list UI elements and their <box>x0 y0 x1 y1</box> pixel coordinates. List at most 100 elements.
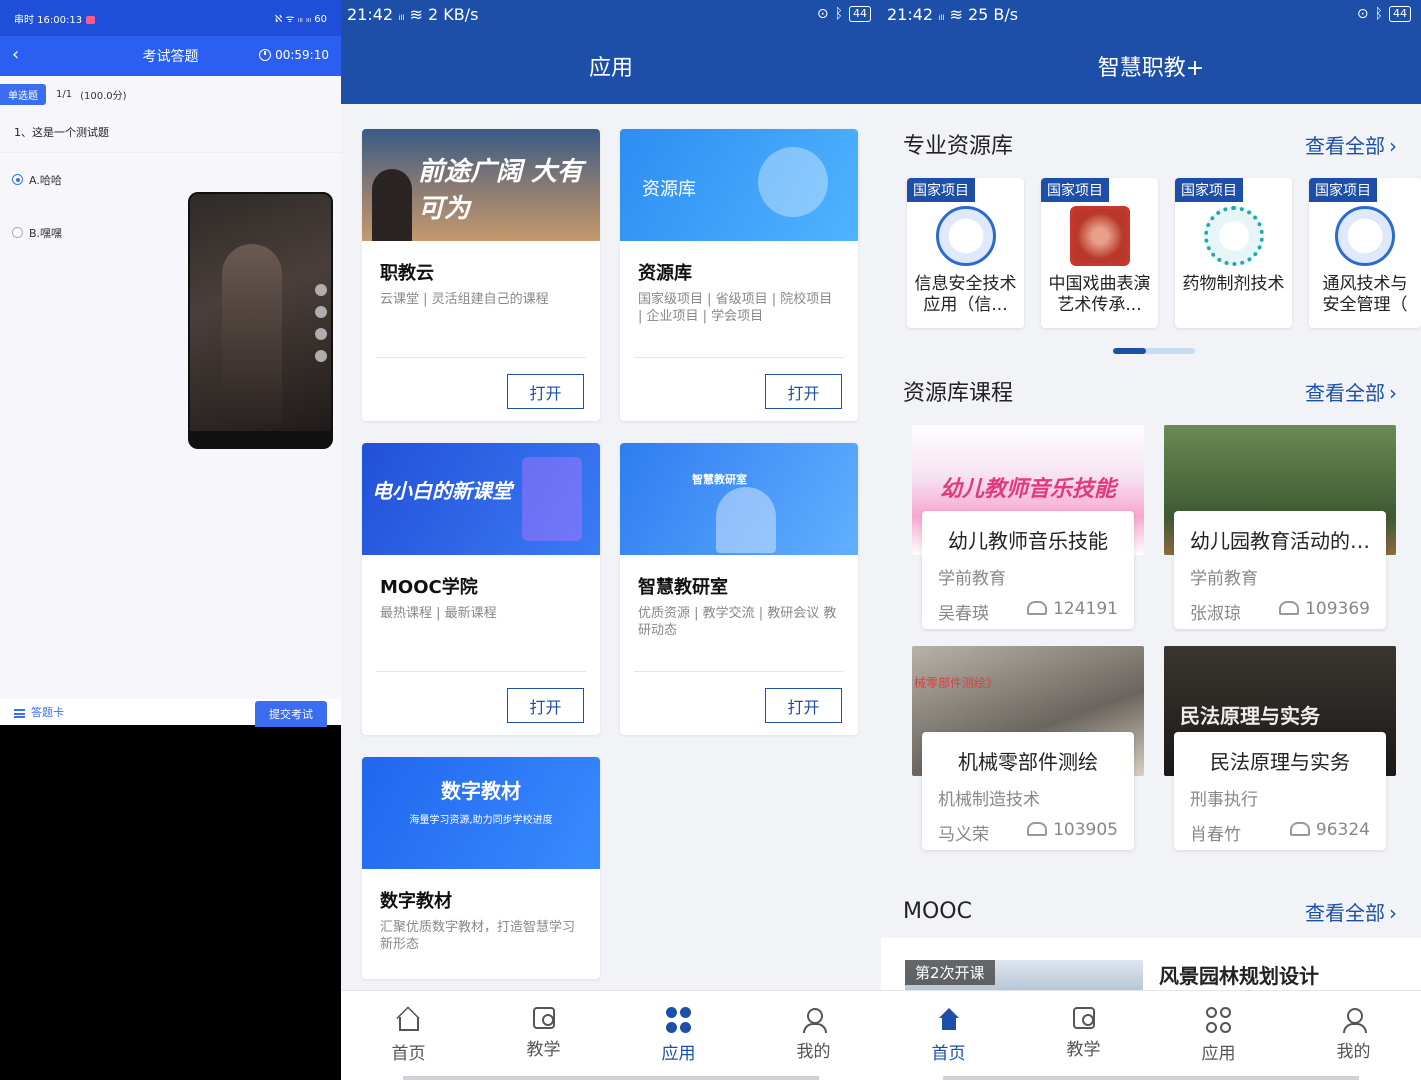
bottom-nav: 首页 教学 应用 我的 <box>881 990 1421 1080</box>
app-name: 数字教材 <box>380 891 452 912</box>
app-card-shuzijiaocai[interactable]: 数字教材 海量学习资源,助力同步学校进度 数字教材 汇聚优质数字教材，打造智慧学… <box>362 757 600 979</box>
people-icon <box>1289 822 1310 836</box>
device-icon <box>522 457 582 541</box>
course-card[interactable]: 幼儿教师音乐技能 幼儿教师音乐技能 学前教育 吴春瑛 124191 <box>912 425 1144 630</box>
floating-video-window[interactable] <box>188 192 333 449</box>
status-bar: 21:42 ᵢₗₗ ≋ 2 KB/s ⊙ ᛒ 44 <box>341 0 881 28</box>
nav-home[interactable]: 首页 <box>881 991 1016 1080</box>
app-banner: 电小白的新课堂 <box>362 443 600 555</box>
cloud-icon <box>758 147 828 217</box>
course-category: 刑事执行 <box>1190 790 1258 810</box>
course-count: 109369 <box>1305 599 1370 619</box>
question-score: (100.0分) <box>80 90 127 102</box>
user-icon <box>1342 1007 1367 1033</box>
see-all-link[interactable]: 查看全部 <box>1305 130 1397 159</box>
section-title: 资源库课程 <box>903 381 1014 406</box>
status-time: 串时 16:00:13 <box>14 14 83 26</box>
alarm-icon: ⊙ <box>816 6 829 22</box>
course-category: 机械制造技术 <box>938 790 1040 810</box>
resource-name: 中国戏曲表演艺术传承... <box>1048 274 1151 315</box>
nav-me[interactable]: 我的 <box>1286 991 1421 1080</box>
answer-card-button[interactable]: 答题卡 <box>14 704 64 720</box>
people-icon <box>1027 822 1048 836</box>
clock-icon <box>259 49 272 61</box>
nav-apps[interactable]: 应用 <box>1151 991 1286 1080</box>
resource-card[interactable]: 国家项目 中国戏曲表演艺术传承... <box>1041 178 1158 328</box>
battery-icon: 44 <box>849 6 871 22</box>
bluetooth-icon: ᛒ <box>1374 6 1383 22</box>
app-desc: 最热课程 | 最新课程 <box>380 606 497 621</box>
course-name: 机械零部件测绘 <box>958 750 1098 774</box>
course-teacher: 肖春竹 <box>1190 825 1241 845</box>
gesture-bar <box>943 1076 1359 1080</box>
signal-icon: ᵢₗₗ <box>938 8 945 23</box>
video-actions <box>315 284 327 362</box>
video-frame <box>222 244 282 424</box>
gesture-bar <box>403 1076 819 1080</box>
app-card-zhijiaoyun[interactable]: 前途广阔 大有可为 职教云 云课堂 | 灵活组建自己的课程 打开 <box>362 129 600 421</box>
nav-apps[interactable]: 应用 <box>611 991 746 1080</box>
course-category: 学前教育 <box>938 569 1006 589</box>
resource-card[interactable]: 国家项目 信息安全技术应用（信... <box>907 178 1024 328</box>
course-teacher: 吴春瑛 <box>938 604 989 624</box>
open-button[interactable]: 打开 <box>765 688 842 723</box>
network-speed: 25 B/s <box>967 4 1019 24</box>
mooc-item[interactable]: 第2次开课 风景园林规划设计 <box>881 938 1421 990</box>
carousel-indicator <box>1113 348 1195 354</box>
section-title: MOOC <box>903 899 972 924</box>
app-desc: 云课堂 | 灵活组建自己的课程 <box>380 292 549 307</box>
page-title: 应用 <box>588 56 633 81</box>
open-button[interactable]: 打开 <box>507 374 584 409</box>
resource-name: 药物制剂技术 <box>1182 274 1285 294</box>
courses-section-header: 资源库课程 查看全部 <box>881 375 1421 407</box>
app-card-mooc[interactable]: 电小白的新课堂 MOOC学院 最热课程 | 最新课程 打开 <box>362 443 600 735</box>
nav-home[interactable]: 首页 <box>341 991 476 1080</box>
apps-panel: 21:42 ᵢₗₗ ≋ 2 KB/s ⊙ ᛒ 44 应用 前途广阔 大有可为 职教云… <box>341 0 881 1080</box>
resource-name: 通风技术与安全管理（ <box>1322 274 1408 315</box>
see-all-link[interactable]: 查看全部 <box>1305 897 1397 926</box>
nav-teach[interactable]: 教学 <box>1016 991 1151 1080</box>
mooc-section-header: MOOC 查看全部 <box>881 897 1421 926</box>
course-count: 103905 <box>1053 820 1118 840</box>
app-card-jiaoyanshi[interactable]: 智慧教研室 智慧教研室 优质资源 | 教学交流 | 教研会议 教研动态 打开 <box>620 443 858 735</box>
network-speed: 2 KB/s <box>427 4 479 24</box>
bottom-nav: 首页 教学 应用 我的 <box>341 990 881 1080</box>
app-banner: 智慧教研室 <box>620 443 858 555</box>
timer-value: 00:59:10 <box>275 48 329 62</box>
open-button[interactable]: 打开 <box>765 374 842 409</box>
status-time: 21:42 <box>887 4 934 24</box>
status-time: 21:42 <box>347 4 394 24</box>
list-icon <box>14 708 25 718</box>
resource-name: 信息安全技术应用（信... <box>914 274 1017 315</box>
course-teacher: 马义荣 <box>938 825 989 845</box>
see-all-link[interactable]: 查看全部 <box>1305 377 1397 406</box>
resource-logo-icon <box>1203 206 1264 266</box>
submit-exam-button[interactable]: 提交考试 <box>255 701 327 727</box>
course-card[interactable]: 幼儿园教育活动的设... 学前教育 张淑琼 109369 <box>1164 425 1396 630</box>
app-card-ziyuanku[interactable]: 资源库 资源库 国家级项目 | 省级项目 | 院校项目 | 企业项目 | 学会项… <box>620 129 858 421</box>
app-name: 职教云 <box>380 263 434 284</box>
resource-card[interactable]: 国家项目 通风技术与安全管理（ <box>1309 178 1421 328</box>
course-name: 幼儿园教育活动的设... <box>1190 529 1370 553</box>
nav-me[interactable]: 我的 <box>746 991 881 1080</box>
status-bar: 21:42 ᵢₗₗ ≋ 25 B/s ⊙ ᛒ 44 <box>881 0 1421 28</box>
app-desc: 国家级项目 | 省级项目 | 院校项目 | 企业项目 | 学会项目 <box>638 292 833 324</box>
course-card[interactable]: 民法原理与实务 民法原理与实务 刑事执行 肖春竹 96324 <box>1164 646 1396 851</box>
apps-icon <box>1205 1007 1232 1033</box>
resource-card[interactable]: 国家项目 药物制剂技术 <box>1175 178 1292 328</box>
back-icon[interactable]: ‹ <box>12 44 32 68</box>
exam-header: ‹ 考试答题 00:59:10 <box>0 36 341 76</box>
resources-section-header: 专业资源库 查看全部 <box>881 128 1421 160</box>
video-nav <box>190 431 331 447</box>
option-label: B.嘿嘿 <box>29 226 63 240</box>
nav-teach[interactable]: 教学 <box>476 991 611 1080</box>
question-progress: 1/1 <box>56 88 73 100</box>
open-button[interactable]: 打开 <box>507 688 584 723</box>
radio-icon[interactable] <box>12 227 23 238</box>
exam-body: 单选题 1/1 (100.0分) 1、这是一个测试题 A.哈哈 B.嘿嘿 答题卡… <box>0 76 341 727</box>
course-count: 96324 <box>1315 820 1370 840</box>
course-category: 学前教育 <box>1190 569 1258 589</box>
radio-selected-icon[interactable] <box>12 174 23 185</box>
course-card[interactable]: 械零部件测绘》 机械零部件测绘 机械制造技术 马义荣 103905 <box>912 646 1144 851</box>
resource-logo-icon <box>1335 206 1395 266</box>
